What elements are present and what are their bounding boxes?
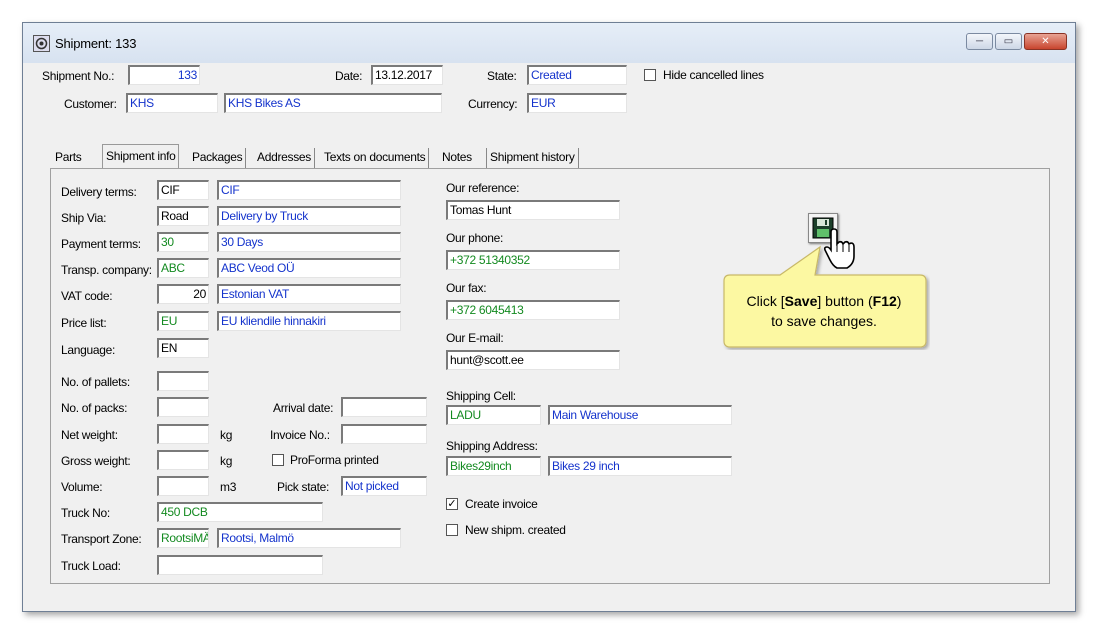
price-list-name-field[interactable]: EU kliendile hinnakiri [217, 311, 401, 331]
price-list-label: Price list: [61, 316, 107, 330]
truck-load-label: Truck Load: [61, 559, 121, 573]
no-packs-field[interactable] [157, 397, 209, 417]
tab-parts[interactable]: Parts [52, 148, 85, 168]
currency-field[interactable]: EUR [527, 93, 627, 113]
state-label: State: [487, 69, 517, 83]
shipment-no-label: Shipment No.: [42, 69, 115, 83]
our-reference-field[interactable]: Tomas Hunt [446, 200, 620, 220]
our-fax-label: Our fax: [446, 281, 487, 295]
arrival-date-field[interactable] [341, 397, 427, 417]
payment-terms-name-field[interactable]: 30 Days [217, 232, 401, 252]
our-email-label: Our E-mail: [446, 331, 504, 345]
customer-label: Customer: [64, 97, 117, 111]
tab-shipment-info[interactable]: Shipment info [102, 144, 180, 168]
currency-label: Currency: [468, 97, 518, 111]
hide-cancelled-checkbox[interactable] [644, 69, 656, 81]
language-label: Language: [61, 343, 116, 357]
title-bar[interactable]: Shipment: 133 ─ ▭ ✕ [23, 23, 1075, 63]
truck-no-label: Truck No: [61, 506, 110, 520]
transport-zone-label: Transport Zone: [61, 532, 142, 546]
maximize-button[interactable]: ▭ [995, 33, 1022, 50]
net-weight-field[interactable] [157, 424, 209, 444]
transp-company-name-field[interactable]: ABC Veod OÜ [217, 258, 401, 278]
callout-text: Click [Save] button (F12) to save change… [746, 293, 902, 329]
proforma-checkbox[interactable] [272, 454, 284, 466]
delivery-terms-code-field[interactable]: CIF [157, 180, 209, 200]
date-label: Date: [335, 69, 363, 83]
language-field[interactable]: EN [157, 338, 209, 358]
vat-code-field[interactable]: 20 [157, 284, 209, 304]
our-email-field[interactable]: hunt@scott.ee [446, 350, 620, 370]
no-pallets-field[interactable] [157, 371, 209, 391]
transport-zone-code-field[interactable]: RootsiMÄ [157, 528, 209, 548]
tab-notes[interactable]: Notes [439, 148, 475, 168]
our-fax-field[interactable]: +372 6045413 [446, 300, 620, 320]
date-field[interactable]: 13.12.2017 [371, 65, 443, 85]
our-phone-label: Our phone: [446, 231, 504, 245]
ship-via-code-field[interactable]: Road [157, 206, 209, 226]
window-title: Shipment: 133 [55, 36, 137, 51]
app-icon [33, 35, 50, 52]
delivery-terms-name-field[interactable]: CIF [217, 180, 401, 200]
net-weight-unit: kg [220, 428, 233, 442]
shipping-cell-name-field[interactable]: Main Warehouse [548, 405, 732, 425]
transp-company-label: Transp. company: [61, 263, 152, 277]
hide-cancelled-label: Hide cancelled lines [663, 68, 764, 82]
no-packs-label: No. of packs: [61, 401, 128, 415]
transport-zone-name-field[interactable]: Rootsi, Malmö [217, 528, 401, 548]
state-field[interactable]: Created [527, 65, 627, 85]
price-list-code-field[interactable]: EU [157, 311, 209, 331]
pick-state-label: Pick state: [277, 480, 330, 494]
transp-company-code-field[interactable]: ABC [157, 258, 209, 278]
delivery-terms-label: Delivery terms: [61, 185, 137, 199]
volume-label: Volume: [61, 480, 103, 494]
ship-via-name-field[interactable]: Delivery by Truck [217, 206, 401, 226]
ship-via-label: Ship Via: [61, 211, 107, 225]
arrival-date-label: Arrival date: [273, 401, 334, 415]
net-weight-label: Net weight: [61, 428, 118, 442]
shipping-address-label: Shipping Address: [446, 439, 538, 453]
shipping-cell-label: Shipping Cell: [446, 389, 516, 403]
no-pallets-label: No. of pallets: [61, 375, 130, 389]
tab-packages[interactable]: Packages [189, 148, 247, 168]
our-phone-field[interactable]: +372 51340352 [446, 250, 620, 270]
customer-code-field[interactable]: KHS [126, 93, 218, 113]
truck-load-field[interactable] [157, 555, 323, 575]
tab-addresses[interactable]: Addresses [254, 148, 315, 168]
shipment-no-field[interactable]: 133 [128, 65, 200, 85]
shipping-address-name-field[interactable]: Bikes 29 inch [548, 456, 732, 476]
tab-shipment-history[interactable]: Shipment history [486, 148, 579, 168]
our-reference-label: Our reference: [446, 181, 520, 195]
shipping-address-code-field[interactable]: Bikes29inch [446, 456, 541, 476]
gross-weight-field[interactable] [157, 450, 209, 470]
invoice-no-label: Invoice No.: [270, 428, 330, 442]
tab-texts-on-documents[interactable]: Texts on documents [321, 148, 430, 168]
invoice-no-field[interactable] [341, 424, 427, 444]
create-invoice-label: Create invoice [465, 497, 538, 511]
gross-weight-label: Gross weight: [61, 454, 131, 468]
customer-name-field[interactable]: KHS Bikes AS [224, 93, 442, 113]
volume-field[interactable] [157, 476, 209, 496]
proforma-label: ProForma printed [290, 453, 379, 467]
close-button[interactable]: ✕ [1024, 33, 1067, 50]
minimize-button[interactable]: ─ [966, 33, 993, 50]
truck-no-field[interactable]: 450 DCB [157, 502, 323, 522]
create-invoice-checkbox[interactable]: ✓ [446, 498, 458, 510]
gross-weight-unit: kg [220, 454, 233, 468]
new-shipm-label: New shipm. created [465, 523, 566, 537]
pick-state-field[interactable]: Not picked [341, 476, 427, 496]
volume-unit: m3 [220, 480, 237, 494]
new-shipm-checkbox[interactable] [446, 524, 458, 536]
payment-terms-code-field[interactable]: 30 [157, 232, 209, 252]
payment-terms-label: Payment terms: [61, 237, 141, 251]
shipping-cell-code-field[interactable]: LADU [446, 405, 541, 425]
vat-code-label: VAT code: [61, 289, 113, 303]
vat-name-field[interactable]: Estonian VAT [217, 284, 401, 304]
